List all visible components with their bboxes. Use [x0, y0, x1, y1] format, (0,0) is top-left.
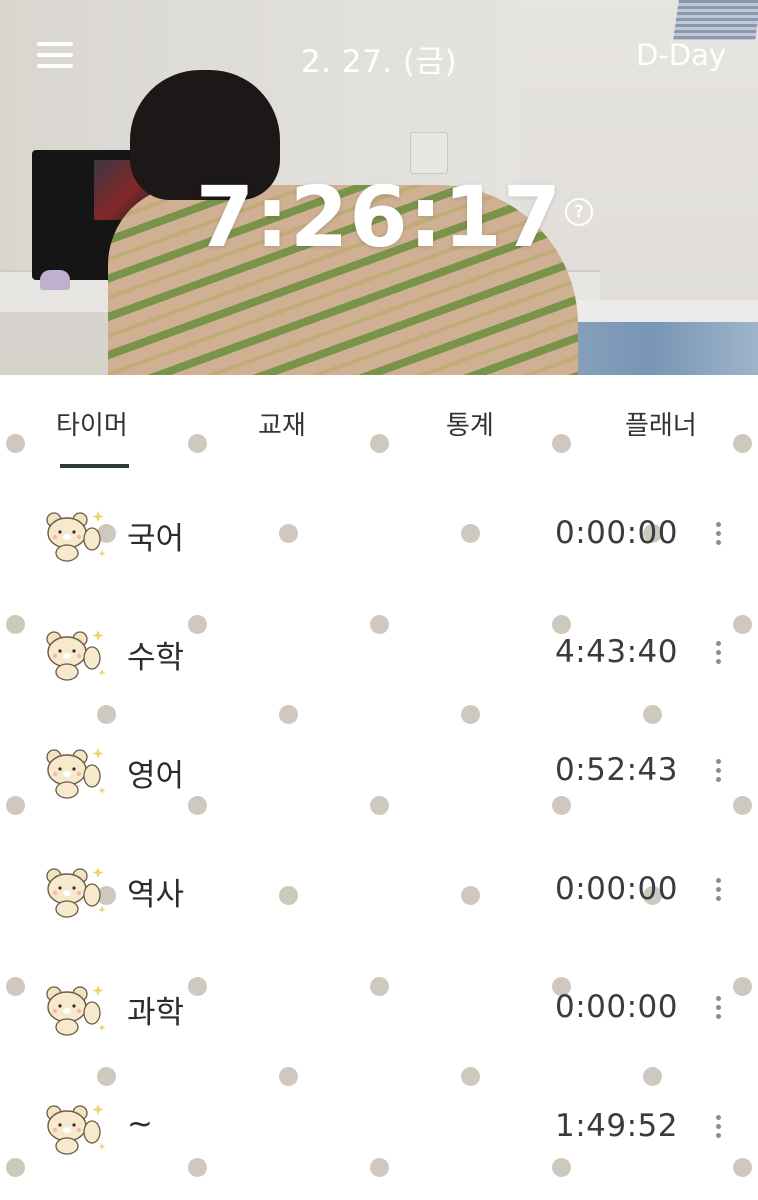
vertical-dots-icon[interactable] [713, 877, 723, 904]
subject-time: 0:00:00 [554, 989, 678, 1025]
vertical-dots-icon[interactable] [713, 1114, 723, 1141]
vertical-dots-icon[interactable] [713, 759, 723, 785]
tab-planner[interactable]: 플래너 [625, 405, 697, 442]
subject-name: 영어 [127, 758, 185, 794]
dday-button[interactable]: D-Day [636, 38, 726, 72]
subject-row[interactable]: 수학 4:43:40 [0, 592, 758, 710]
question-circle-icon[interactable]: ? [565, 198, 593, 226]
subject-name: 국어 [127, 521, 185, 557]
top-bar: 2. 27. (금) D-Day [0, 0, 758, 110]
subject-row[interactable]: 역사 0:00:00 [0, 829, 758, 947]
bear-sticker-icon [46, 985, 106, 1036]
tab-stats[interactable]: 통계 [446, 405, 494, 442]
bear-sticker-icon [46, 1103, 106, 1155]
subject-time: 0:00:00 [554, 515, 678, 551]
bear-sticker-icon [46, 629, 106, 681]
subject-row[interactable]: 국어 0:00:00 [0, 473, 758, 591]
subject-row[interactable]: 영어 0:52:43 [0, 710, 758, 828]
subject-time: 0:52:43 [554, 752, 678, 788]
subject-name: 수학 [127, 639, 185, 676]
subject-time: 4:43:40 [554, 633, 678, 670]
tab-textbooks[interactable]: 교재 [258, 405, 306, 442]
active-tab-indicator [60, 464, 129, 468]
subject-time: 1:49:52 [554, 1107, 678, 1144]
subject-name: ~ [127, 1105, 153, 1142]
total-study-time: 7:26:17 [195, 168, 563, 266]
tab-timer[interactable]: 타이머 [56, 405, 128, 442]
bear-sticker-icon [46, 511, 106, 562]
vertical-dots-icon[interactable] [713, 640, 723, 667]
bear-sticker-icon [46, 748, 106, 799]
bear-sticker-icon [46, 866, 106, 918]
subject-time: 0:00:00 [554, 870, 678, 907]
vertical-dots-icon[interactable] [713, 996, 723, 1022]
vertical-dots-icon[interactable] [713, 522, 723, 548]
subject-row[interactable]: ~ 1:49:52 [0, 1066, 758, 1184]
subject-name: 역사 [127, 876, 185, 913]
tab-bar: 타이머 교재 통계 플래너 [0, 375, 758, 470]
subject-name: 과학 [127, 995, 185, 1031]
subject-row[interactable]: 과학 0:00:00 [0, 947, 758, 1065]
